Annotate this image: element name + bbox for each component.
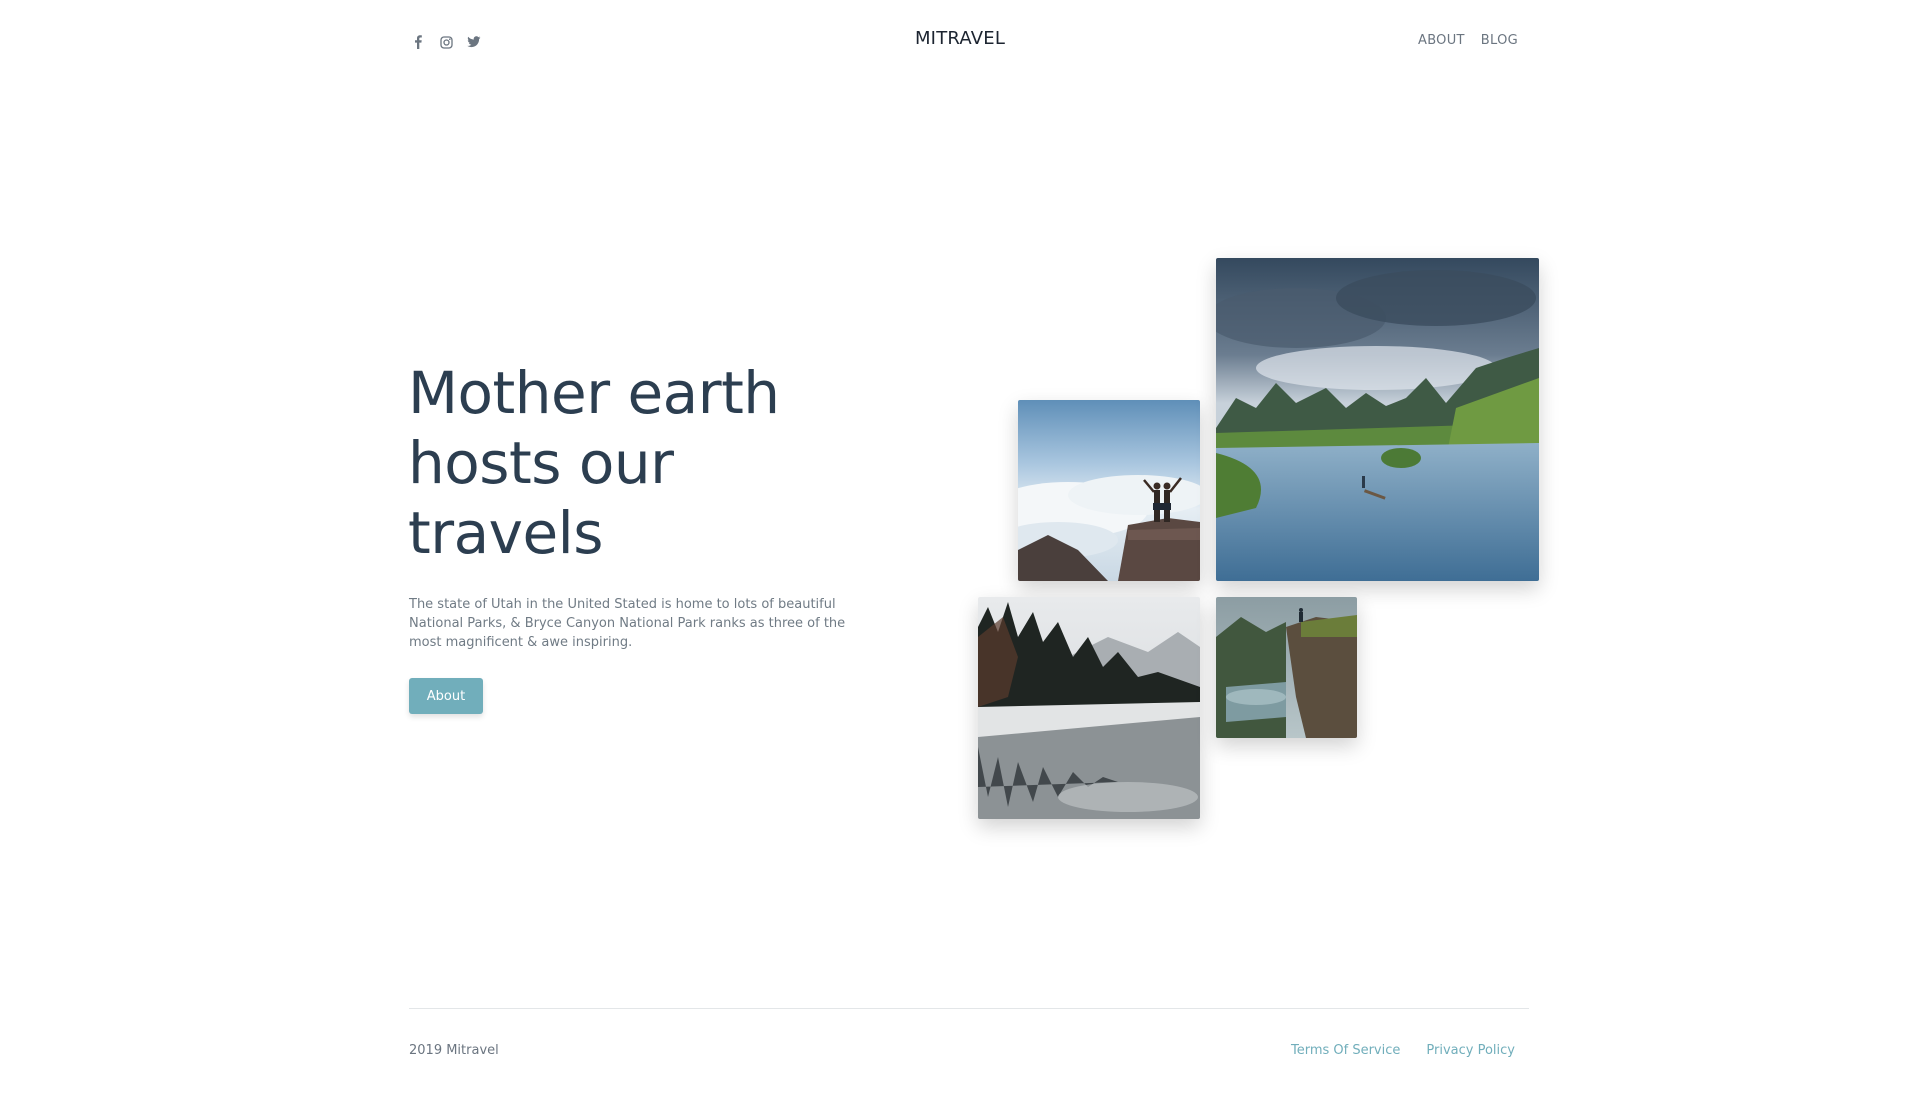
hero-description: The state of Utah in the United Stated i… [409, 597, 846, 650]
hero-title-line: travels [408, 499, 603, 567]
hero-title-line: hosts our [408, 429, 674, 497]
nav-link-blog[interactable]: BLOG [1481, 33, 1518, 48]
hero-title: Mother earth hosts our travels [408, 358, 888, 568]
about-button[interactable]: About [409, 678, 483, 714]
river-valley-photo [1216, 258, 1539, 581]
page: MITRAVEL ABOUT BLOG Mother earth hosts o… [0, 0, 1920, 1106]
terms-of-service-link[interactable]: Terms Of Service [1291, 1043, 1400, 1058]
couple-on-cliff-photo [1018, 400, 1200, 581]
privacy-policy-link[interactable]: Privacy Policy [1426, 1043, 1515, 1058]
nav-link-about[interactable]: ABOUT [1418, 33, 1465, 48]
top-nav: ABOUT BLOG [1418, 33, 1518, 48]
footer-divider [409, 1008, 1529, 1009]
brand-logo: MITRAVEL [0, 28, 1920, 49]
cliff-overlook-photo [1216, 597, 1357, 738]
footer-links: Terms Of Service Privacy Policy [1291, 1043, 1515, 1058]
forest-lake-photo [978, 597, 1200, 819]
hero-title-line: Mother earth [408, 359, 780, 427]
footer-copyright: 2019 Mitravel [409, 1043, 499, 1058]
brand-name[interactable]: MITRAVEL [915, 28, 1005, 49]
